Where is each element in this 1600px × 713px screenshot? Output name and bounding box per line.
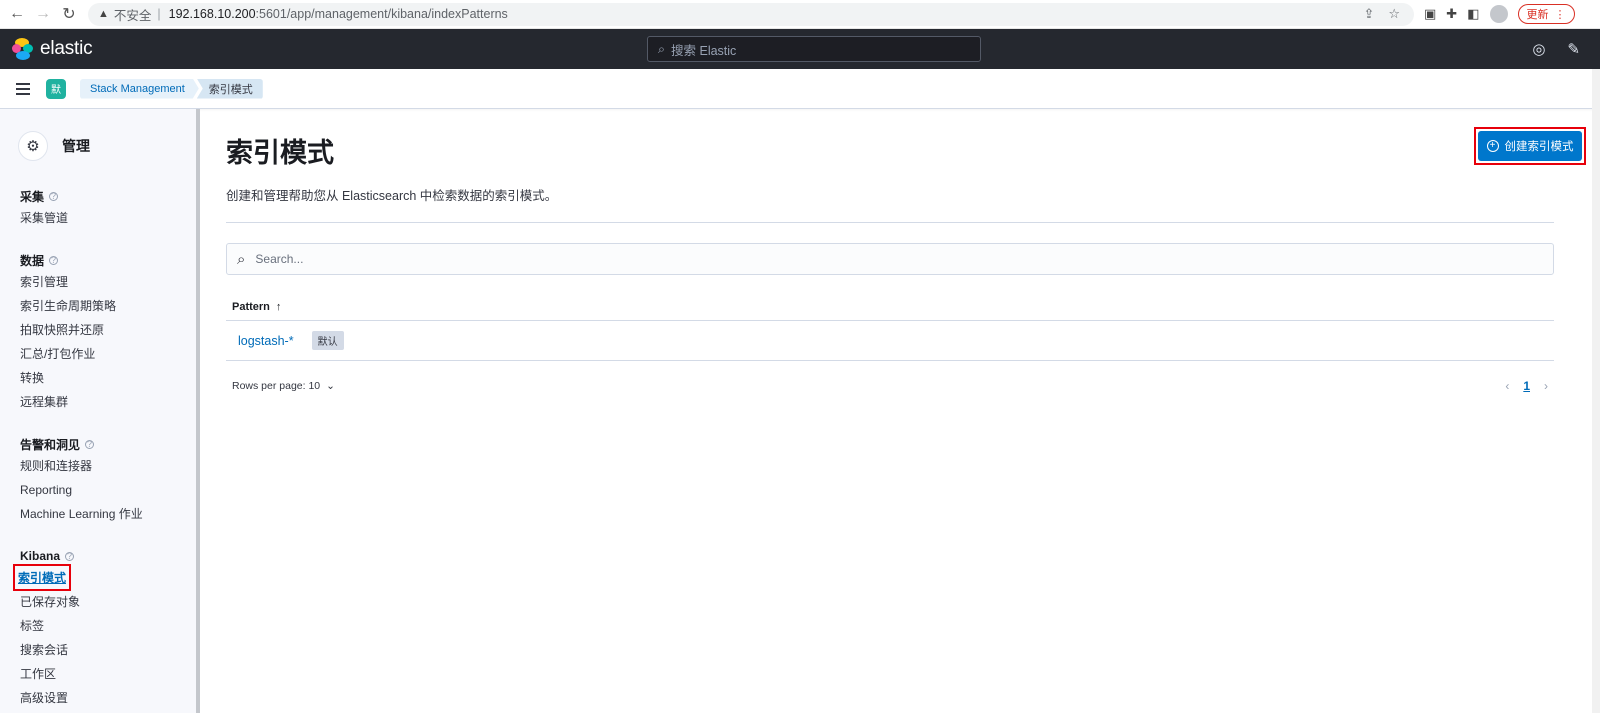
nav-group-title: 告警和洞见 (20, 437, 81, 452)
sidebar-item-spaces[interactable]: 工作区 (20, 662, 196, 685)
table-row: logstash-* 默认 (226, 321, 1554, 361)
url-host: 192.168.10.200 (168, 7, 256, 21)
sidebar-item-advanced-settings[interactable]: 高级设置 (20, 686, 196, 709)
page-title: 索引模式 (226, 138, 334, 168)
nav-group-data: 数据? 索引管理 索引生命周期策略 拍取快照并还原 汇总/打包作业 转换 远程集… (20, 251, 196, 413)
create-button-highlight: + 创建索引模式 (1474, 127, 1586, 165)
profile-avatar-icon[interactable] (1489, 5, 1508, 23)
menu-toggle-icon[interactable] (16, 82, 30, 95)
nav-group-kibana: Kibana? 索引模式 已保存对象 标签 搜索会话 工作区 高级设置 (12, 547, 196, 709)
chevron-left-icon[interactable]: ‹ (1505, 379, 1509, 393)
breadcrumb-bar: 默 Stack Management 索引模式 (0, 69, 1600, 109)
sort-ascending-icon: ↑ (275, 300, 282, 313)
search-input[interactable]: ⌕ Search... (226, 243, 1554, 275)
index-pattern-table: Pattern ↑ logstash-* 默认 (226, 293, 1554, 361)
elastic-logo-icon (12, 38, 34, 60)
help-icon[interactable]: ◎ (1532, 40, 1545, 58)
address-separator: | (157, 7, 161, 21)
chevron-down-icon: ⌄ (326, 380, 335, 392)
sidenav-title: 管理 (62, 138, 90, 154)
newsfeed-icon[interactable]: ✎ (1567, 40, 1580, 58)
breadcrumb-index-patterns: 索引模式 (196, 78, 263, 99)
global-search-placeholder: 搜索 Elastic (671, 43, 737, 58)
management-sidenav: ⚙ 管理 采集? 采集管道 数据? 索引管理 索引生命周期策略 拍取快照并还原 … (0, 109, 200, 713)
nav-group-title: Kibana (20, 549, 61, 563)
breadcrumb: Stack Management 索引模式 (80, 78, 263, 99)
kebab-menu-icon: ⋮ (1554, 8, 1566, 21)
default-badge: 默认 (311, 331, 344, 350)
divider (226, 222, 1554, 223)
kibana-header: elastic ⌕ 搜索 Elastic ◎ ✎ (0, 29, 1600, 69)
search-icon: ⌕ (658, 41, 666, 56)
sidebar-item-ml-jobs[interactable]: Machine Learning 作业 (20, 502, 196, 525)
sidebar-item-reporting[interactable]: Reporting (20, 478, 196, 501)
search-placeholder: Search... (255, 252, 304, 266)
nav-group-ingest: 采集? 采集管道 (20, 187, 196, 229)
warning-icon: ▲ (98, 8, 109, 20)
update-label: 更新 (1526, 9, 1549, 21)
nav-group-alerts-insights: 告警和洞见? 规则和连接器 Reporting Machine Learning… (20, 435, 196, 525)
share-icon[interactable]: ⇪ (1363, 6, 1374, 22)
gear-icon: ⚙ (18, 131, 48, 161)
rows-per-page-button[interactable]: Rows per page: 10 ⌄ (232, 380, 335, 392)
breadcrumb-stack-management[interactable]: Stack Management (80, 79, 199, 99)
chevron-right-icon[interactable]: › (1544, 379, 1548, 393)
nav-group-title: 数据 (20, 253, 45, 268)
main-content: 索引模式 创建和管理帮助您从 Elasticsearch 中检索数据的索引模式。… (200, 109, 1600, 713)
extension-app-icon[interactable]: ▣ (1424, 6, 1436, 22)
elastic-logo[interactable]: elastic (12, 38, 93, 60)
address-bar[interactable]: ▲ 不安全 | 192.168.10.200:5601/app/manageme… (88, 2, 1414, 26)
sidebar-item-ilm[interactable]: 索引生命周期策略 (20, 294, 196, 317)
update-button[interactable]: 更新 ⋮ (1517, 4, 1575, 24)
sidebar-item-saved-objects[interactable]: 已保存对象 (20, 590, 196, 613)
info-icon: ? (65, 550, 75, 561)
sidebar-item-rollup-jobs[interactable]: 汇总/打包作业 (20, 342, 196, 365)
create-button-label: 创建索引模式 (1504, 141, 1574, 153)
pagination: Rows per page: 10 ⌄ ‹ 1 › (226, 379, 1554, 393)
space-avatar[interactable]: 默 (46, 78, 66, 99)
forward-icon[interactable]: → (30, 1, 56, 27)
index-pattern-link[interactable]: logstash-* (238, 334, 294, 348)
create-index-pattern-button[interactable]: + 创建索引模式 (1478, 131, 1582, 161)
insecure-label: 不安全 (113, 8, 152, 23)
sidebar-item-search-sessions[interactable]: 搜索会话 (20, 638, 196, 661)
page-number-button[interactable]: 1 (1523, 379, 1530, 393)
extensions-puzzle-icon[interactable]: ✚ (1446, 6, 1457, 22)
search-icon: ⌕ (237, 250, 246, 268)
info-icon: ? (49, 254, 59, 265)
info-icon: ? (85, 438, 95, 449)
global-search-input[interactable]: ⌕ 搜索 Elastic (647, 36, 981, 62)
sidebar-item-index-patterns[interactable]: 索引模式 (12, 564, 72, 591)
logo-text: elastic (40, 38, 93, 59)
column-header-pattern[interactable]: Pattern ↑ (226, 293, 1554, 321)
nav-group-title: 采集 (20, 189, 45, 204)
sidebar-item-transforms[interactable]: 转换 (20, 366, 196, 389)
sidebar-item-remote-clusters[interactable]: 远程集群 (20, 390, 196, 413)
info-icon: ? (49, 190, 59, 201)
back-icon[interactable]: ← (4, 1, 30, 27)
sidebar-item-ingest-pipelines[interactable]: 采集管道 (20, 206, 196, 229)
reload-icon[interactable]: ↻ (56, 1, 82, 27)
sidebar-item-tags[interactable]: 标签 (20, 614, 196, 637)
page-description: 创建和管理帮助您从 Elasticsearch 中检索数据的索引模式。 (226, 189, 558, 203)
sidebar-item-snapshot-restore[interactable]: 拍取快照并还原 (20, 318, 196, 341)
bookmark-star-icon[interactable]: ☆ (1388, 6, 1400, 22)
page-scrollbar[interactable] (1592, 69, 1600, 713)
side-panel-icon[interactable]: ◧ (1467, 6, 1479, 22)
sidebar-item-index-management[interactable]: 索引管理 (20, 270, 196, 293)
rows-per-page-label: Rows per page: 10 (232, 380, 321, 392)
sidebar-item-rules-connectors[interactable]: 规则和连接器 (20, 454, 196, 477)
browser-toolbar: ← → ↻ ▲ 不安全 | 192.168.10.200:5601/app/ma… (0, 0, 1600, 29)
column-header-label: Pattern (232, 300, 270, 313)
plus-circle-icon: + (1486, 140, 1499, 152)
url-path: :5601/app/management/kibana/indexPattern… (255, 7, 508, 21)
